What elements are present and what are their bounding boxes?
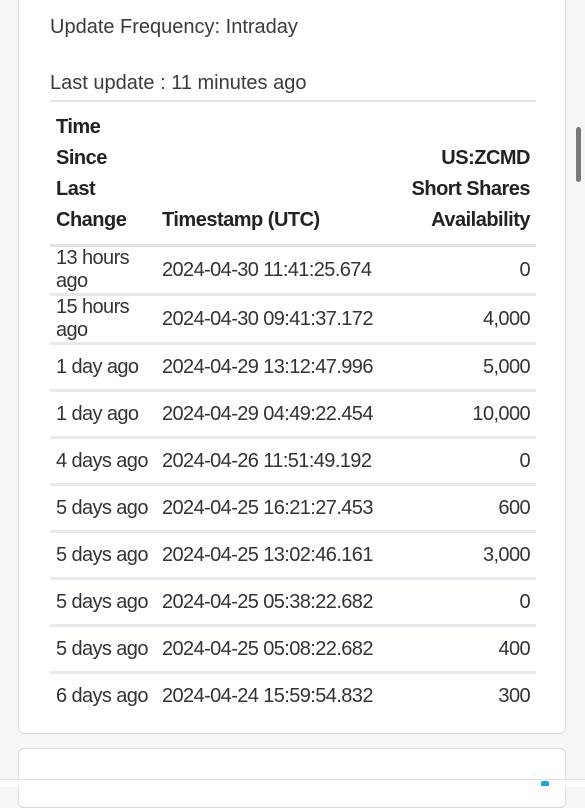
- cell-time-since: 1 day ago: [50, 390, 156, 439]
- cell-timestamp: 2024-04-25 16:21:27.453: [156, 484, 398, 533]
- short-availability-table: Time Since Last Change Timestamp (UTC) U…: [50, 102, 536, 718]
- cell-time-since: 5 days ago: [50, 531, 156, 580]
- table-row: 5 days ago 2024-04-25 13:02:46.161 3,000: [50, 531, 536, 580]
- cell-time-since: 13 hours ago: [50, 245, 156, 296]
- cell-time-since: 15 hours ago: [50, 294, 156, 345]
- update-frequency: Update Frequency: Intraday: [50, 16, 298, 38]
- cell-timestamp: 2024-04-30 11:41:25.674: [156, 245, 398, 296]
- header-availability: US:ZCMD Short Shares Availability: [398, 102, 536, 247]
- cell-timestamp: 2024-04-26 11:51:49.192: [156, 437, 398, 486]
- cell-timestamp: 2024-04-25 05:38:22.682: [156, 578, 398, 627]
- table-row: 6 days ago 2024-04-24 15:59:54.832 300: [50, 673, 536, 719]
- table-row: 13 hours ago 2024-04-30 11:41:25.674 0: [50, 245, 536, 296]
- table-row: 1 day ago 2024-04-29 13:12:47.996 5,000: [50, 343, 536, 392]
- table-row: 4 days ago 2024-04-26 11:51:49.192 0: [50, 437, 536, 486]
- next-card: [18, 748, 566, 808]
- table-row: 5 days ago 2024-04-25 05:08:22.682 400: [50, 625, 536, 674]
- cell-availability: 4,000: [398, 294, 536, 345]
- header-timestamp: Timestamp (UTC): [156, 102, 398, 247]
- cell-timestamp: 2024-04-24 15:59:54.832: [162, 684, 373, 707]
- cell-time-since: 5 days ago: [50, 484, 156, 533]
- last-update: Last update : 11 minutes ago: [50, 72, 307, 94]
- header-time-since: Time Since Last Change: [50, 102, 156, 247]
- cell-availability: 5,000: [398, 343, 536, 392]
- bottom-bar-icon[interactable]: [541, 781, 549, 786]
- cell-timestamp: 2024-04-29 13:12:47.996: [156, 343, 398, 392]
- cell-availability: 0: [398, 437, 536, 486]
- cell-time-since: 5 days ago: [50, 578, 156, 627]
- cell-availability: 0: [398, 245, 536, 296]
- cell-time-since: 6 days ago: [56, 684, 148, 707]
- cell-timestamp: 2024-04-25 13:02:46.161: [156, 531, 398, 580]
- table-row: 1 day ago 2024-04-29 04:49:22.454 10,000: [50, 390, 536, 439]
- cell-availability: 400: [398, 625, 536, 674]
- cell-availability: 3,000: [398, 531, 536, 580]
- cell-timestamp: 2024-04-29 04:49:22.454: [156, 390, 398, 439]
- table-body: 13 hours ago 2024-04-30 11:41:25.674 0 15 h…: [50, 245, 536, 719]
- cell-availability: 600: [398, 484, 536, 533]
- cell-timestamp: 2024-04-30 09:41:37.172: [156, 294, 398, 345]
- cell-timestamp: 2024-04-25 05:08:22.682: [156, 625, 398, 674]
- short-availability-table-wrap: Time Since Last Change Timestamp (UTC) U…: [50, 100, 536, 718]
- cell-availability: 0: [398, 578, 536, 627]
- cell-time-since: 5 days ago: [50, 625, 156, 674]
- table-row: 15 hours ago 2024-04-30 09:41:37.172 4,000: [50, 294, 536, 345]
- cell-availability: 300: [498, 684, 530, 707]
- cell-time-since: 4 days ago: [50, 437, 156, 486]
- table-header-row: Time Since Last Change Timestamp (UTC) U…: [50, 102, 536, 247]
- cell-availability: 10,000: [398, 390, 536, 439]
- scrollbar-thumb[interactable]: [576, 127, 581, 182]
- cell-time-since: 1 day ago: [50, 343, 156, 392]
- table-row: 5 days ago 2024-04-25 05:38:22.682 0: [50, 578, 536, 627]
- table-row: 5 days ago 2024-04-25 16:21:27.453 600: [50, 484, 536, 533]
